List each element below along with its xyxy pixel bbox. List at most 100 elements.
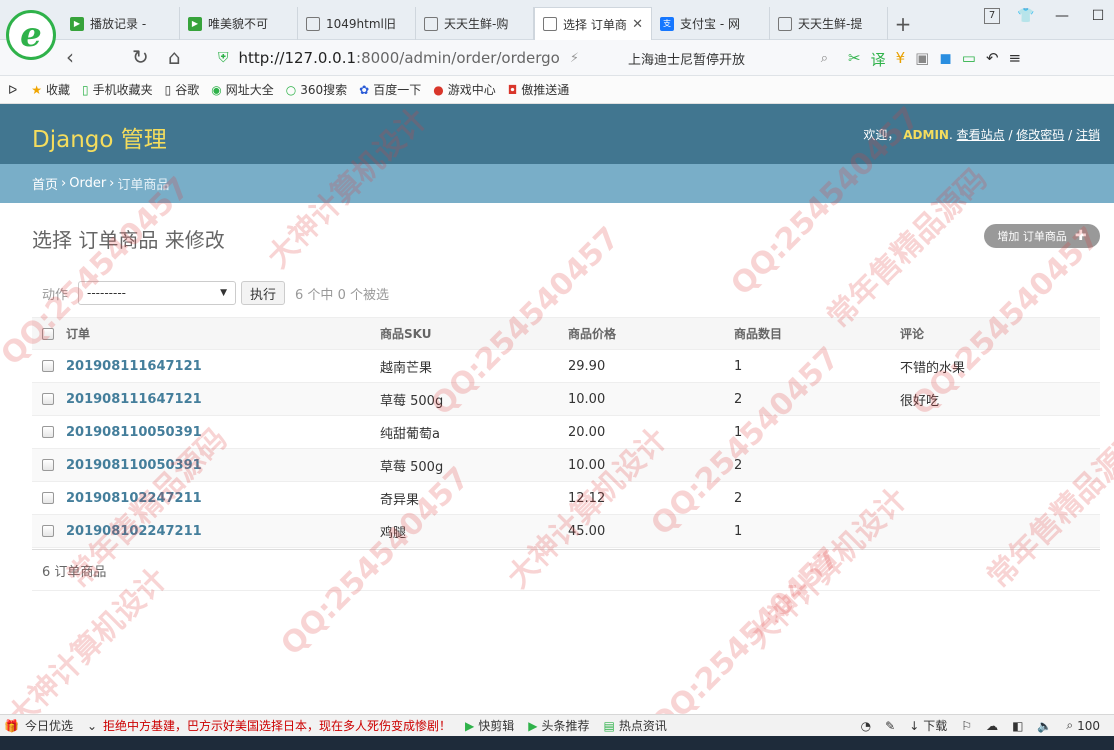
- row-checkbox[interactable]: [42, 492, 54, 504]
- view-site-link[interactable]: 查看站点: [957, 128, 1005, 142]
- scissors-icon[interactable]: ✂: [848, 49, 861, 70]
- sidebar-toggle-icon[interactable]: ᐅ: [8, 83, 17, 97]
- order-link[interactable]: 201908110050391: [66, 458, 202, 473]
- browser-tab[interactable]: 1049html旧: [298, 7, 416, 40]
- tab-title: 唯美貌不可: [208, 17, 269, 31]
- url-field[interactable]: ⛨ http://127.0.0.1:8000/admin/order/orde…: [218, 45, 614, 71]
- back-icon[interactable]: ‹: [66, 47, 74, 67]
- game-icon: ●: [433, 82, 444, 97]
- browser-tab-bar: ▶ 播放记录 - ▶ 唯美貌不可 1049html旧 天天生鲜-购 选择 订单商 ✕ …: [0, 0, 1114, 40]
- order-link[interactable]: 201908111647121: [66, 392, 202, 407]
- download-label: 下载: [923, 719, 948, 733]
- order-link[interactable]: 201908102247211: [66, 491, 202, 506]
- battery-icon[interactable]: ▭: [962, 49, 976, 70]
- run-action-button[interactable]: 执行: [241, 281, 286, 305]
- lightning-icon[interactable]: ⚡: [570, 51, 579, 66]
- select-all-checkbox[interactable]: [42, 328, 54, 340]
- breadcrumb-home-link[interactable]: 首页: [32, 174, 58, 193]
- row-checkbox[interactable]: [42, 393, 54, 405]
- translate-icon[interactable]: 译: [871, 49, 886, 70]
- download-link[interactable]: ↓ 下载: [909, 717, 947, 734]
- hot-news-link[interactable]: ▤ 热点资讯: [604, 717, 667, 734]
- search-icon[interactable]: ⌕: [821, 51, 828, 66]
- comment-cell: [900, 481, 1100, 515]
- user-tools: 欢迎， ADMIN. 查看站点 / 修改密码 / 注销: [863, 128, 1100, 142]
- row-checkbox[interactable]: [42, 360, 54, 372]
- action-label: 动作: [42, 287, 69, 303]
- dropdown-caret-icon: ▼: [220, 288, 228, 298]
- column-header[interactable]: 商品数目: [734, 317, 900, 350]
- row-select-cell: [32, 382, 66, 416]
- browser-logo[interactable]: e: [6, 10, 56, 60]
- site-brand[interactable]: Django 管理: [32, 120, 167, 154]
- table-row: 201908110050391 草莓 500g 10.00 2: [32, 448, 1100, 482]
- tab-title: 选择 订单商: [563, 17, 627, 32]
- document-icon: [306, 16, 320, 31]
- order-link[interactable]: 201908102247211: [66, 524, 202, 539]
- today-picks[interactable]: 🎁 今日优选: [4, 717, 73, 734]
- zoom-control[interactable]: ⌕ 100: [1066, 718, 1100, 733]
- bookmark-hao123[interactable]: ◉ 网址大全: [211, 81, 274, 98]
- browser-tab[interactable]: ▶ 播放记录 -: [62, 7, 180, 40]
- order-link[interactable]: 201908110050391: [66, 425, 202, 440]
- row-checkbox[interactable]: [42, 525, 54, 537]
- minimize-icon[interactable]: —: [1052, 8, 1072, 24]
- shirt-icon[interactable]: 👕: [1016, 8, 1036, 24]
- sku-cell: 纯甜葡萄a: [380, 415, 568, 449]
- table-row: 201908111647121 越南芒果 29.90 1 不错的水果: [32, 349, 1100, 383]
- close-tab-icon[interactable]: ✕: [632, 17, 643, 32]
- new-tab-button[interactable]: +: [888, 7, 918, 40]
- undo-icon[interactable]: ↶: [986, 49, 999, 70]
- bookmark-favorites[interactable]: ★ 收藏: [31, 81, 70, 98]
- image-icon[interactable]: ▣: [915, 49, 929, 70]
- clock-icon[interactable]: ◔: [861, 719, 871, 733]
- pin-icon[interactable]: ✎: [885, 719, 895, 733]
- browser-tab[interactable]: 天天生鲜-提: [770, 7, 888, 40]
- row-checkbox[interactable]: [42, 426, 54, 438]
- comment-cell: [900, 448, 1100, 482]
- coupon-icon[interactable]: ¥: [896, 49, 906, 70]
- browser-tab[interactable]: 天天生鲜-购: [416, 7, 534, 40]
- browser-tab[interactable]: ▶ 唯美貌不可: [180, 7, 298, 40]
- search-field[interactable]: 上海迪士尼暂停开放 ⌕: [628, 45, 828, 71]
- volume-icon[interactable]: 🔈: [1037, 719, 1052, 733]
- breadcrumb-app-link[interactable]: Order: [69, 176, 106, 191]
- plus-icon: ✚: [1074, 228, 1087, 244]
- flag-icon[interactable]: ⚐: [961, 719, 972, 733]
- download-icon: ↓: [909, 718, 920, 733]
- column-header[interactable]: 商品SKU: [380, 317, 568, 350]
- row-checkbox[interactable]: [42, 459, 54, 471]
- column-header[interactable]: 评论: [900, 317, 1100, 350]
- news-ticker[interactable]: ⌄ 拒绝中方基建，巴方示好美国选择日本，现在多人死伤变成惨剧！: [87, 717, 451, 734]
- home-icon[interactable]: ⌂: [168, 47, 181, 67]
- tab-count-badge[interactable]: 7: [984, 8, 1000, 24]
- action-select[interactable]: --------- ▼: [78, 281, 237, 305]
- bookmark-360[interactable]: ○ 360搜索: [286, 81, 347, 98]
- count-cell: 2: [734, 448, 900, 482]
- table-row: 201908110050391 纯甜葡萄a 20.00 1: [32, 415, 1100, 449]
- bookmark-mobile[interactable]: ▯ 手机收藏夹: [82, 81, 153, 98]
- toutiao-link[interactable]: ▶ 头条推荐: [528, 717, 589, 734]
- browser-tab-active[interactable]: 选择 订单商 ✕: [534, 7, 652, 40]
- bookmark-baidu[interactable]: ✿ 百度一下: [359, 81, 421, 98]
- logout-link[interactable]: 注销: [1076, 128, 1100, 142]
- window-icon[interactable]: ◧: [1012, 719, 1023, 733]
- browser-tab[interactable]: 支支付宝 - 网: [652, 7, 770, 40]
- menu-icon[interactable]: ≡: [1009, 49, 1022, 70]
- breadcrumb-current: 订单商品: [117, 178, 170, 193]
- change-password-link[interactable]: 修改密码: [1016, 128, 1064, 142]
- count-cell: 1: [734, 514, 900, 548]
- order-link[interactable]: 201908111647121: [66, 359, 202, 374]
- maximize-icon[interactable]: ☐: [1088, 8, 1108, 24]
- column-header[interactable]: 商品价格: [568, 317, 734, 350]
- column-header[interactable]: 订单: [66, 317, 380, 350]
- bookmark-google[interactable]: ▯ 谷歌: [165, 81, 200, 98]
- reload-icon[interactable]: ↻: [132, 47, 149, 67]
- cloud-icon[interactable]: ☁: [986, 719, 998, 733]
- bookmark-push[interactable]: ◘ 傲推送通: [508, 81, 570, 98]
- apps-icon[interactable]: ◼: [939, 49, 951, 70]
- add-order-goods-button[interactable]: 增加 订单商品 ✚: [984, 224, 1100, 248]
- kuaijian-link[interactable]: ▶ 快剪辑: [465, 717, 514, 734]
- price-cell: 12.12: [568, 481, 734, 515]
- bookmark-games[interactable]: ● 游戏中心: [433, 81, 496, 98]
